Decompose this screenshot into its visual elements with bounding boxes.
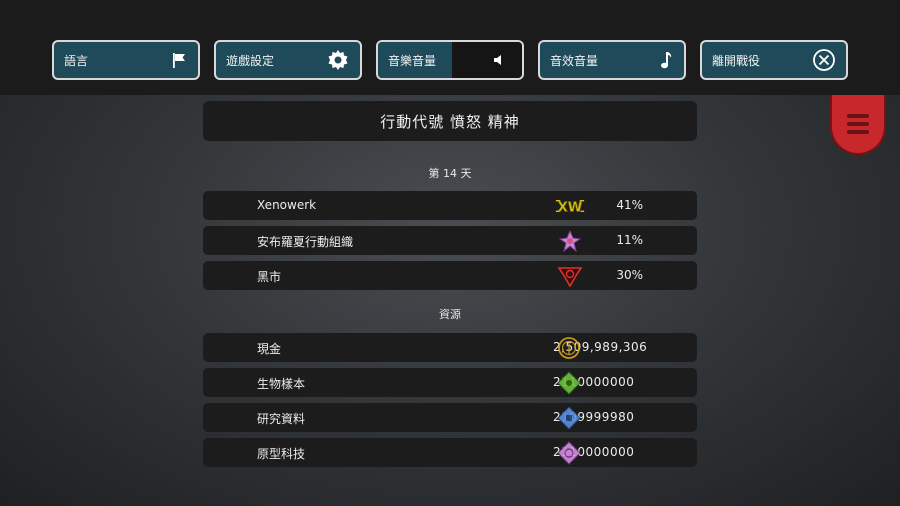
- menu-tab-button[interactable]: [830, 95, 886, 155]
- faction-row: 黑市 30%: [203, 261, 697, 290]
- menu-line-icon: [847, 122, 869, 126]
- research-data-icon: [557, 406, 581, 430]
- ambrosia-emblem-icon: [555, 230, 585, 252]
- prototype-tech-icon: [557, 441, 581, 465]
- music-volume-label: 音樂音量: [388, 53, 437, 68]
- faction-name: 黑市: [257, 270, 282, 284]
- music-volume-button[interactable]: 音樂音量: [376, 40, 524, 80]
- faction-row: 安布羅夏行動組織 11%: [203, 226, 697, 255]
- resource-name: 生物樣本: [257, 377, 306, 391]
- svg-text:XW: XW: [558, 200, 583, 215]
- faction-percent: 11%: [616, 233, 643, 247]
- black-market-emblem-icon: [555, 265, 585, 287]
- gear-icon: [326, 48, 350, 72]
- language-button[interactable]: 語言: [52, 40, 200, 80]
- faction-percent: 41%: [616, 198, 643, 212]
- day-label: 第 14 天: [428, 167, 472, 180]
- resource-row: 現金 2,509,989,306: [203, 333, 697, 362]
- resource-name: 現金: [257, 342, 282, 356]
- cash-icon: [557, 336, 581, 360]
- game-settings-button[interactable]: 遊戲設定: [214, 40, 362, 80]
- exit-campaign-button[interactable]: 離開戰役: [700, 40, 848, 80]
- language-label: 語言: [64, 53, 89, 68]
- xw-emblem-icon: XW: [555, 195, 585, 217]
- music-note-icon: [658, 50, 674, 70]
- resource-name: 研究資料: [257, 412, 306, 426]
- faction-row: Xenowerk XW 41%: [203, 191, 697, 220]
- resources-label: 資源: [439, 308, 461, 321]
- menu-line-icon: [847, 130, 869, 134]
- faction-name: Xenowerk: [257, 198, 317, 212]
- resource-row: 生物樣本 2110000000: [203, 368, 697, 397]
- flag-icon: [170, 51, 188, 69]
- game-settings-label: 遊戲設定: [226, 53, 275, 68]
- faction-name: 安布羅夏行動組織: [257, 235, 354, 249]
- sfx-volume-button[interactable]: 音效音量: [538, 40, 686, 80]
- speaker-icon: [492, 52, 508, 68]
- exit-campaign-label: 離開戰役: [712, 53, 761, 68]
- resource-row: 原型科技 2110000000: [203, 438, 697, 467]
- operation-title: 行動代號 憤怒 精神: [203, 101, 697, 141]
- menu-line-icon: [847, 114, 869, 118]
- top-toolbar: 語言 遊戲設定 音樂音量 音效音量 離開戰役: [0, 0, 900, 95]
- music-volume-fill: 音樂音量: [378, 42, 452, 78]
- resource-row: 研究資料 2109999980: [203, 403, 697, 432]
- close-icon: [812, 48, 836, 72]
- sfx-volume-label: 音效音量: [550, 53, 599, 68]
- bio-sample-icon: [557, 371, 581, 395]
- resource-name: 原型科技: [257, 447, 306, 461]
- faction-percent: 30%: [616, 268, 643, 282]
